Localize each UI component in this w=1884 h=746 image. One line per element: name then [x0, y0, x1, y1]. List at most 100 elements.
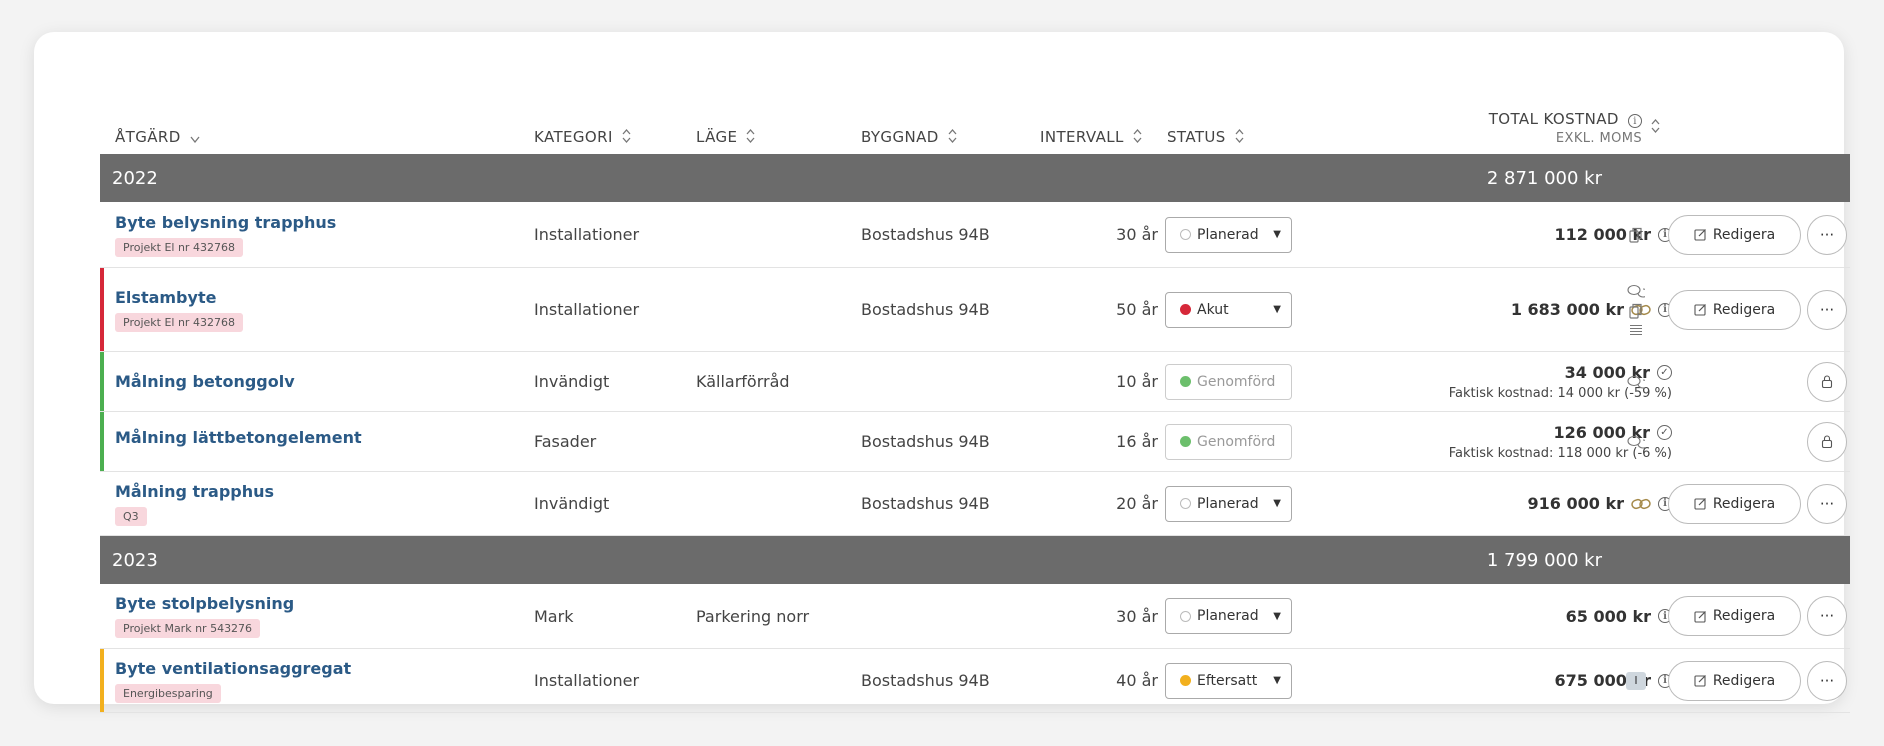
edit-button[interactable]: Redigera: [1668, 214, 1801, 255]
edit-icon: [1694, 304, 1706, 316]
table-row: Elstambyte Projekt El nr 432768 Installa…: [100, 268, 1850, 352]
action-title-link[interactable]: Byte belysning trapphus: [115, 213, 336, 232]
more-button[interactable]: ···: [1807, 289, 1847, 330]
col-header-cost[interactable]: TOTAL KOSTNAD i EXKL. MOMS: [1280, 102, 1660, 154]
project-tag: Projekt Mark nr 543276: [115, 619, 261, 638]
more-button[interactable]: ···: [1807, 483, 1847, 524]
lock-icon: [1821, 375, 1833, 388]
cost-value: 916 000 kr: [1527, 494, 1624, 513]
project-tag: Projekt El nr 432768: [115, 312, 243, 332]
interval-cell: 20 år: [1116, 494, 1158, 513]
table-row: Målning lättbetongelement Fasader Bostad…: [100, 412, 1850, 472]
action-title-link[interactable]: Byte ventilationsaggregat: [115, 659, 351, 678]
status-dropdown[interactable]: Akut ▼: [1165, 291, 1292, 328]
edit-button[interactable]: Redigera: [1668, 596, 1801, 636]
more-button[interactable]: ···: [1807, 214, 1847, 255]
lock-button[interactable]: [1807, 421, 1847, 462]
more-button[interactable]: ···: [1807, 596, 1847, 636]
category-cell: Fasader: [534, 432, 597, 451]
status-dropdown[interactable]: Planerad ▼: [1165, 598, 1292, 634]
edit-button[interactable]: Redigera: [1668, 660, 1801, 701]
sort-icon[interactable]: [1651, 119, 1660, 136]
sort-icon[interactable]: [622, 129, 631, 146]
comment-icon[interactable]: [1627, 284, 1645, 298]
year-group-header: 2022 2 871 000 kr: [100, 154, 1850, 202]
status-dot: [1180, 229, 1191, 240]
caret-down-icon: ▼: [1273, 304, 1281, 315]
edit-button[interactable]: Redigera: [1668, 289, 1801, 330]
category-cell: Mark: [534, 606, 574, 626]
table-row: Byte ventilationsaggregat Energibesparin…: [100, 649, 1850, 713]
category-cell: Installationer: [534, 300, 640, 319]
comment-icon[interactable]: [1627, 375, 1645, 389]
more-button[interactable]: ···: [1807, 660, 1847, 701]
caret-down-icon: ▼: [1273, 229, 1281, 240]
edit-icon: [1694, 229, 1706, 241]
lock-button[interactable]: [1807, 361, 1847, 402]
status-dot: [1180, 675, 1191, 686]
status-dropdown[interactable]: Eftersatt ▼: [1165, 662, 1292, 699]
year-label: 2023: [112, 549, 158, 571]
action-title-link[interactable]: Målning trapphus: [115, 482, 274, 501]
sort-icon[interactable]: [1235, 129, 1244, 146]
project-tag: Energibesparing: [115, 683, 221, 703]
year-group-header: 2023 1 799 000 kr: [100, 536, 1850, 584]
linked-chain-icon[interactable]: [1631, 498, 1651, 510]
info-icon[interactable]: i: [1628, 114, 1642, 128]
interval-cell: 40 år: [1116, 671, 1158, 690]
year-label: 2022: [112, 167, 158, 189]
table-row: Målning betonggolv Invändigt Källarförrå…: [100, 352, 1850, 412]
category-cell: Invändigt: [534, 494, 610, 513]
table-row: Byte stolpbelysning Projekt Mark nr 5432…: [100, 584, 1850, 649]
year-total: 1 799 000 kr: [1486, 549, 1602, 571]
copy-icon[interactable]: [1629, 227, 1643, 243]
edit-icon: [1694, 610, 1706, 623]
info-badge[interactable]: I: [1626, 671, 1646, 690]
action-title-link[interactable]: Målning betonggolv: [115, 372, 295, 391]
category-cell: Installationer: [534, 225, 640, 244]
interval-cell: 16 år: [1116, 432, 1158, 451]
cost-value: 65 000 kr: [1565, 606, 1651, 626]
sort-icon[interactable]: [948, 129, 957, 146]
sort-icon[interactable]: [746, 129, 755, 146]
category-cell: Invändigt: [534, 372, 610, 391]
action-title-link[interactable]: Elstambyte: [115, 288, 243, 307]
interval-cell: 30 år: [1116, 606, 1158, 626]
status-dot: [1180, 436, 1191, 447]
status-dot: [1180, 376, 1191, 387]
status-dropdown: Genomförd: [1165, 363, 1292, 400]
sort-desc-icon[interactable]: [190, 136, 200, 146]
location-cell: Parkering norr: [696, 606, 810, 626]
status-dropdown[interactable]: Planerad ▼: [1165, 216, 1292, 253]
edit-icon: [1694, 498, 1706, 510]
table-row: Byte belysning trapphus Projekt El nr 43…: [100, 202, 1850, 268]
table-row: Målning trapphus Q3 Invändigt Bostadshus…: [100, 472, 1850, 536]
priority-accent-bar: [100, 649, 104, 712]
status-dot: [1180, 498, 1191, 509]
col-header-category[interactable]: KATEGORI: [534, 102, 694, 154]
priority-accent-bar: [100, 412, 104, 471]
caret-down-icon: ▼: [1273, 498, 1281, 509]
project-tag: Q3: [115, 506, 147, 526]
interval-cell: 50 år: [1116, 300, 1158, 319]
edit-button[interactable]: Redigera: [1668, 483, 1801, 524]
sort-icon[interactable]: [1133, 129, 1142, 146]
status-dot: [1180, 304, 1191, 315]
table-header: ÅTGÄRD KATEGORI LÄGE BYGGNAD INTERVALL S…: [100, 102, 1850, 154]
copy-icon[interactable]: [1629, 303, 1643, 319]
col-header-building[interactable]: BYGGNAD: [861, 102, 1051, 154]
project-tag: Projekt El nr 432768: [115, 237, 243, 257]
lock-icon: [1821, 435, 1833, 448]
year-total: 2 871 000 kr: [1486, 167, 1602, 189]
edit-icon: [1694, 675, 1706, 687]
col-header-action[interactable]: ÅTGÄRD: [115, 102, 525, 154]
action-title-link[interactable]: Målning lättbetongelement: [115, 428, 362, 447]
col-header-location[interactable]: LÄGE: [696, 102, 856, 154]
comment-icon[interactable]: [1627, 435, 1645, 449]
action-title-link[interactable]: Byte stolpbelysning: [115, 594, 294, 613]
col-header-status[interactable]: STATUS: [1167, 102, 1297, 154]
status-dropdown[interactable]: Planerad ▼: [1165, 485, 1292, 522]
status-dropdown: Genomförd: [1165, 423, 1292, 460]
cost-value: 1 683 000 kr: [1510, 300, 1624, 319]
list-icon[interactable]: [1629, 324, 1643, 336]
